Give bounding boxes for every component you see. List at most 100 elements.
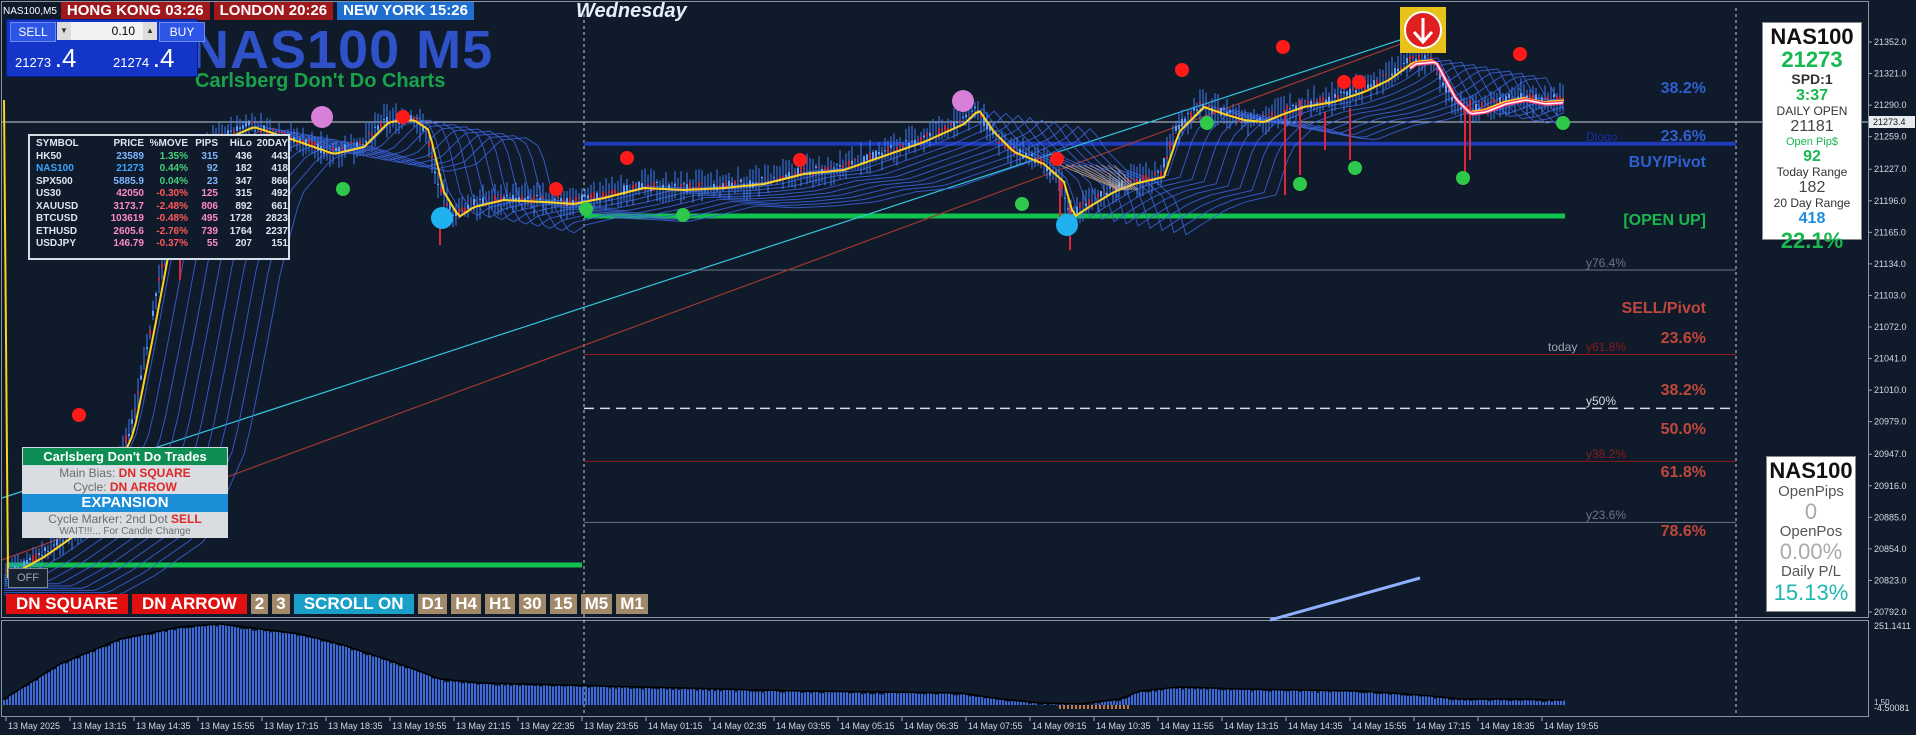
toolbar-button-15[interactable]: 15 <box>549 594 577 614</box>
quote-price: 3173.7 <box>113 200 144 212</box>
candle-body <box>1172 133 1174 135</box>
lot-increase-icon[interactable]: ▲ <box>143 22 157 40</box>
toolbar-button-d1[interactable]: D1 <box>417 594 448 614</box>
candle-body <box>1553 94 1555 98</box>
info-open-pips: 92 <box>1803 148 1821 165</box>
level-label: today <box>1548 340 1578 355</box>
buy-signal-dot[interactable] <box>579 202 593 216</box>
swing-low-marker[interactable] <box>431 207 453 229</box>
info-range-percent: 22.1% <box>1780 228 1844 253</box>
buy-signal-dot[interactable] <box>1015 197 1029 211</box>
price-axis-label: 21196.0 <box>1874 196 1906 206</box>
toolbar-button-h1[interactable]: H1 <box>484 594 515 614</box>
swing-low-marker[interactable] <box>1056 214 1078 236</box>
sell-signal-dot[interactable] <box>793 153 807 167</box>
toolbar-button-dn-arrow[interactable]: DN ARROW <box>132 594 247 614</box>
sell-price[interactable]: 21273 .4 <box>15 44 76 72</box>
time-axis-label: 14 May 14:35 <box>1288 721 1343 731</box>
table-row: US30 42050 -0.30% 125 315 492 <box>30 188 288 201</box>
candle-body <box>1403 63 1405 64</box>
candle-body <box>797 167 799 175</box>
buy-signal-dot[interactable] <box>1456 171 1470 185</box>
toolbar-button-dn-square[interactable]: DN SQUARE <box>6 594 129 614</box>
candle-body <box>1343 91 1345 94</box>
candle-body <box>440 187 442 193</box>
candle-body <box>356 141 358 147</box>
price-axis-label: 20947.0 <box>1874 449 1907 459</box>
time-axis-label: 14 May 19:55 <box>1544 721 1599 731</box>
candle-body <box>773 177 775 179</box>
sell-signal-dot[interactable] <box>620 151 634 165</box>
toolbar-button-2[interactable]: 2 <box>250 594 269 614</box>
buy-price[interactable]: 21274 .4 <box>113 44 174 72</box>
candle-body <box>959 119 961 123</box>
swing-high-marker[interactable] <box>952 90 974 112</box>
off-toggle-button[interactable]: OFF <box>8 568 48 588</box>
buy-signal-dot[interactable] <box>1293 177 1307 191</box>
fib-level-label: 23.6% <box>1660 127 1706 145</box>
time-axis-label: 14 May 05:15 <box>840 721 895 731</box>
sell-signal-dot[interactable] <box>1352 75 1366 89</box>
toolbar-button-m1[interactable]: M1 <box>616 594 648 614</box>
toolbar-button-30[interactable]: 30 <box>518 594 546 614</box>
candle-body <box>1451 97 1453 102</box>
table-row: HK50 23589 1.35% 315 436 443 <box>30 151 288 164</box>
candle-body <box>467 204 469 209</box>
quote-move: 0.04% <box>159 175 188 187</box>
candle-body <box>338 147 340 152</box>
toolbar-button-3[interactable]: 3 <box>272 594 290 614</box>
candle-body <box>968 113 970 115</box>
candle-body <box>374 126 376 128</box>
quote-symbol: BTCUSD <box>36 213 78 224</box>
price-axis-label: 20823.0 <box>1874 575 1907 585</box>
candle-body <box>842 164 844 169</box>
table-row: BTCUSD 103619 -0.48% 495 1728 2823 <box>30 213 288 226</box>
time-axis-label: 13 May 21:15 <box>456 721 511 731</box>
sell-signal-dot[interactable] <box>1276 40 1290 54</box>
buy-signal-dot[interactable] <box>1200 116 1214 130</box>
info-today-range: 182 <box>1798 179 1826 196</box>
cycle-value: DN ARROW <box>109 480 177 494</box>
sell-signal-dot[interactable] <box>1513 47 1527 61</box>
quote-symbol: US30 <box>36 188 62 199</box>
candle-body <box>728 180 730 186</box>
quote-symbol: USDJPY <box>36 238 77 249</box>
candle-body <box>1436 74 1438 76</box>
sell-signal-dot[interactable] <box>1050 152 1064 166</box>
buy-signal-dot[interactable] <box>1348 161 1362 175</box>
price-chart[interactable]: 21352.0 21321.0 21290.0 21259.0 21227.0 21196… <box>0 0 1916 735</box>
candle-body <box>1256 119 1258 121</box>
buy-button[interactable]: BUY <box>159 22 205 42</box>
candle-body <box>1019 149 1021 153</box>
toolbar-button-h4[interactable]: H4 <box>451 594 481 614</box>
toolbar-button-m5[interactable]: M5 <box>580 594 613 614</box>
lot-decrease-icon[interactable]: ▼ <box>57 22 71 40</box>
sell-signal-dot[interactable] <box>72 408 86 422</box>
candle-body <box>1097 193 1099 199</box>
candle-body <box>539 197 541 200</box>
candle-body <box>881 152 883 156</box>
sell-signal-dot[interactable] <box>1337 75 1351 89</box>
toolbar-button-scroll-on[interactable]: SCROLL ON <box>293 594 414 614</box>
candle-body <box>1409 56 1411 63</box>
sell-button[interactable]: SELL <box>10 22 56 42</box>
buy-signal-dot[interactable] <box>676 208 690 222</box>
candle-body <box>131 419 133 424</box>
candle-body <box>1103 191 1105 194</box>
sell-signal-dot[interactable] <box>396 110 410 124</box>
candle-body <box>929 132 931 137</box>
sell-signal-dot[interactable] <box>549 182 563 196</box>
candle-body <box>653 182 655 192</box>
swing-high-marker[interactable] <box>311 106 333 128</box>
sell-signal-dot[interactable] <box>1175 63 1189 77</box>
buy-signal-dot[interactable] <box>1556 116 1570 130</box>
quote-hilo: 1728 <box>229 213 252 224</box>
quote-price: 23589 <box>116 150 144 162</box>
quote-pips: 806 <box>201 200 218 212</box>
fib-level-label: 38.2% <box>1660 79 1706 97</box>
candle-body <box>494 195 496 202</box>
candle-body <box>137 391 139 394</box>
buy-signal-dot[interactable] <box>336 182 350 196</box>
lot-size-input[interactable]: 0.10 <box>57 22 157 40</box>
candle-body <box>308 139 310 145</box>
